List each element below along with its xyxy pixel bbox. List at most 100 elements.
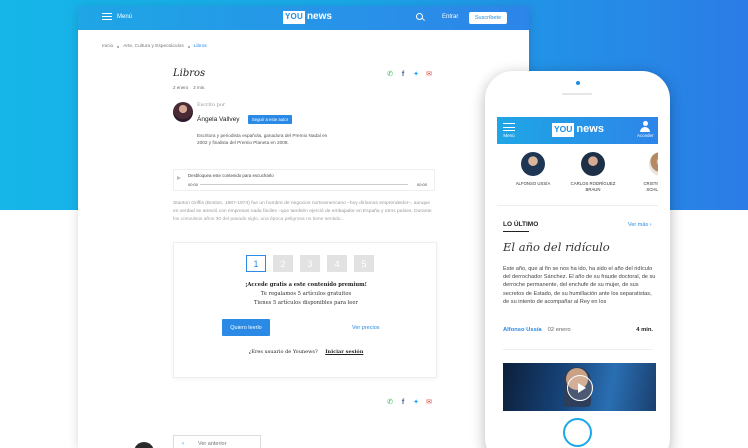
logo-you: YOU (552, 123, 575, 137)
audio-label: Desbloquea este contenido para escucharl… (188, 173, 274, 178)
latest-underline (503, 231, 529, 232)
mail-icon[interactable]: ✉ (425, 71, 433, 79)
counter-step: 2 (273, 255, 293, 272)
paywall-box: 1 2 3 4 5 ¡Accede gratis a este contenid… (173, 242, 437, 378)
mobile-article-read-time: 4 min. (636, 327, 653, 333)
search-icon[interactable] (416, 13, 423, 20)
paywall-line-1: Te regalamos 5 artículos gratuitos (260, 291, 352, 297)
mobile-article-date: 02 enero (547, 327, 571, 333)
subscribe-button[interactable]: Suscríbete (469, 12, 507, 24)
share-bar-bottom: ✆ f ✦ ✉ (386, 399, 433, 407)
play-icon[interactable] (177, 176, 181, 180)
share-bar-top: ✆ f ✦ ✉ (386, 71, 433, 79)
twitter-icon[interactable]: ✦ (412, 399, 420, 407)
author-card[interactable]: ALFONSO USSÍA (503, 152, 563, 187)
article-counter: 1 2 3 4 5 (246, 255, 374, 272)
home-button[interactable] (563, 418, 592, 447)
camera-dot (576, 81, 580, 85)
counter-step: 3 (300, 255, 320, 272)
whatsapp-icon[interactable]: ✆ (386, 399, 394, 407)
twitter-icon[interactable]: ✦ (412, 71, 420, 79)
logo-news: news (306, 11, 332, 22)
article-date: 2 enero (173, 85, 189, 90)
see-prices-link[interactable]: Ver precios (352, 325, 380, 331)
breadcrumb-item-libros[interactable]: Libros (194, 44, 207, 49)
logo-you: YOU (283, 11, 305, 24)
counter-step: 5 (354, 255, 374, 272)
user-icon (640, 121, 651, 132)
counter-step: 1 (246, 255, 266, 272)
video-thumbnail[interactable] (503, 363, 656, 411)
menu-label: Menú (117, 13, 133, 20)
author-card-name: CRISTINA LÓPEZ SCHLICHTING (643, 181, 658, 192)
author-card[interactable]: CARLOS RODRÍGUEZ BRAUN (563, 152, 623, 192)
logo[interactable]: YOU news (283, 11, 332, 24)
mobile-article-author[interactable]: Alfonso Ussía (503, 327, 542, 333)
facebook-icon[interactable]: f (399, 399, 407, 407)
login-link-paywall[interactable]: Iniciar sesión (325, 349, 363, 355)
follow-author-button[interactable]: Seguir a este autor (248, 115, 292, 124)
author-photo (649, 152, 658, 176)
paywall-line-2: Tienes 5 artículos disponibles para leer (254, 300, 358, 306)
breadcrumb-item-arte[interactable]: Arte, Cultura y Espectáculos (123, 44, 184, 49)
phone-screen: Menú YOU news Acceder ALFONSO USSÍA CARL… (497, 117, 658, 437)
article-meta: 2 enero 2 min. (173, 85, 206, 90)
account-label: Acceder (637, 133, 654, 138)
chevron-left-icon: ‹ (182, 441, 184, 447)
latest-heading: LO ÚLTIMO (503, 221, 539, 228)
desktop-header: Menú YOU news Entrar Suscríbete (78, 6, 529, 30)
mobile-logo[interactable]: YOU news (552, 123, 604, 137)
counter-step: 4 (327, 255, 347, 272)
audio-player: Desbloquea este contenido para escucharl… (173, 169, 435, 191)
section-title: Libros (173, 68, 206, 79)
hamburger-icon (503, 123, 515, 131)
audio-time-end: 00:00 (417, 182, 428, 187)
mobile-menu-button[interactable]: Menú (503, 123, 515, 138)
menu-button[interactable]: Menú (102, 13, 132, 20)
previous-label: Ver anterior (198, 441, 227, 447)
author-bio: Escritora y periodista española, ganador… (197, 133, 328, 145)
mobile-header: Menú YOU news Acceder (497, 117, 658, 144)
play-icon[interactable] (567, 375, 593, 401)
breadcrumb: Inicio Arte, Cultura y Espectáculos Libr… (102, 44, 207, 49)
author-photo (581, 152, 605, 176)
mobile-menu-label: Menú (503, 133, 515, 138)
login-link[interactable]: Entrar (442, 14, 458, 20)
breadcrumb-item-inicio[interactable]: Inicio (102, 44, 113, 49)
breadcrumb-separator (187, 45, 190, 48)
whatsapp-icon[interactable]: ✆ (386, 71, 394, 79)
paywall-heading: ¡Accede gratis a este contenido premium! (245, 282, 367, 288)
written-by-label: Escrito por (197, 102, 226, 108)
user-question-text: ¿Eres usuario de Younews? (248, 349, 318, 355)
desktop-page: Menú YOU news Entrar Suscríbete Inicio A… (78, 6, 529, 448)
author-card[interactable]: CRISTINA LÓPEZ SCHLICHTING (631, 152, 658, 192)
divider (497, 205, 658, 206)
account-button[interactable]: Acceder (637, 121, 654, 138)
divider (503, 349, 653, 350)
previous-article-button[interactable]: ‹ Ver anterior (173, 435, 261, 448)
read-now-button[interactable]: Quiero leerlo (222, 319, 270, 336)
see-more-link[interactable]: Ver más › (628, 222, 652, 228)
author-photo (521, 152, 545, 176)
mail-icon[interactable]: ✉ (425, 399, 433, 407)
hamburger-icon (102, 13, 112, 20)
audio-time-start: 00:00 (188, 182, 199, 187)
logo-news: news (576, 123, 604, 135)
audio-progress[interactable] (200, 184, 408, 185)
mobile-article-meta: Alfonso Ussía 02 enero 4 min. (503, 327, 653, 333)
phone-frame: Menú YOU news Acceder ALFONSO USSÍA CARL… (485, 71, 670, 448)
facebook-icon[interactable]: f (399, 71, 407, 79)
author-name[interactable]: Ángela Vallvey (197, 116, 240, 123)
user-question: ¿Eres usuario de Younews? Iniciar sesión (174, 349, 438, 355)
mobile-article-excerpt: Este año, que al fin se nos ha ido, ha s… (503, 266, 656, 305)
authors-carousel: ALFONSO USSÍA CARLOS RODRÍGUEZ BRAUN CRI… (497, 152, 658, 200)
see-more-label: Ver más (628, 222, 649, 228)
breadcrumb-separator (117, 45, 120, 48)
author-card-name: ALFONSO USSÍA (515, 181, 551, 186)
author-card-name: CARLOS RODRÍGUEZ BRAUN (570, 181, 616, 192)
author-avatar[interactable] (173, 102, 193, 122)
speaker-grill (562, 93, 592, 95)
author-avatar-bottom (134, 442, 154, 448)
mobile-article-title[interactable]: El año del ridículo (503, 240, 610, 254)
article-read-time: 2 min. (193, 85, 206, 90)
